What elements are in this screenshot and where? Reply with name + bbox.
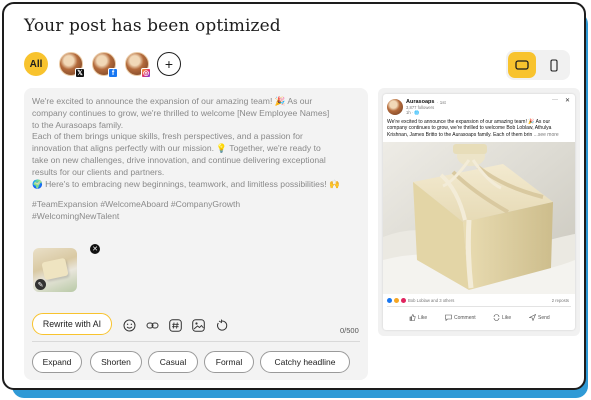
page-title: Your post has been optimized bbox=[24, 16, 281, 36]
repost-action-label: Like bbox=[502, 314, 512, 321]
post-preview-pane: Aurasoaps · 1st 3,877 followers 1h · 🌐 ·… bbox=[378, 88, 580, 336]
preview-text-body: We're excited to announce the expansion … bbox=[387, 119, 552, 138]
mobile-icon bbox=[550, 58, 558, 72]
repost-action-button[interactable]: Like bbox=[493, 314, 511, 321]
post-time: 1h · 🌐 bbox=[406, 110, 420, 115]
rewrite-with-ai-button[interactable]: Rewrite with AI bbox=[32, 313, 112, 335]
facebook-post-preview: Aurasoaps · 1st 3,877 followers 1h · 🌐 ·… bbox=[383, 94, 575, 330]
all-accounts-button[interactable]: All bbox=[24, 52, 48, 76]
view-toggle bbox=[506, 50, 570, 80]
attached-image-thumbnail[interactable]: ✎ bbox=[33, 248, 77, 292]
shorten-button[interactable]: Shorten bbox=[90, 351, 142, 373]
formal-button[interactable]: Formal bbox=[204, 351, 254, 373]
send-action-button[interactable]: Send bbox=[529, 314, 550, 321]
repost-icon bbox=[493, 314, 500, 321]
preview-post-text: We're excited to announce the expansion … bbox=[387, 119, 567, 138]
link-icon[interactable] bbox=[145, 318, 159, 332]
edit-image-icon[interactable]: ✎ bbox=[35, 279, 46, 290]
like-action-label: Like bbox=[418, 314, 428, 321]
add-account-button[interactable]: + bbox=[157, 52, 181, 76]
remove-image-icon[interactable]: ✕ bbox=[90, 244, 100, 254]
mobile-view-button[interactable] bbox=[540, 52, 568, 78]
account-avatar-x[interactable]: 𝕏 bbox=[59, 52, 85, 78]
expand-button[interactable]: Expand bbox=[32, 351, 82, 373]
emoji-icon[interactable] bbox=[122, 318, 136, 332]
editor-divider bbox=[32, 341, 360, 342]
optimized-post-card: Your post has been optimized All 𝕏 f ◎ +… bbox=[2, 2, 586, 390]
close-icon[interactable]: ✕ bbox=[565, 97, 570, 104]
celebrate-reaction-icon bbox=[394, 298, 399, 303]
love-reaction-icon bbox=[401, 298, 406, 303]
account-avatar-facebook[interactable]: f bbox=[92, 52, 118, 78]
account-avatar-instagram[interactable]: ◎ bbox=[125, 52, 151, 78]
repost-count[interactable]: 2 reposts bbox=[552, 298, 569, 303]
x-icon: 𝕏 bbox=[75, 68, 85, 78]
see-more-link[interactable]: ...see more bbox=[534, 132, 559, 138]
reaction-summary[interactable]: Bob Loblaw and 3 others bbox=[387, 298, 454, 303]
desktop-view-button[interactable] bbox=[508, 52, 536, 78]
reaction-text: Bob Loblaw and 3 others bbox=[408, 298, 455, 303]
send-icon bbox=[529, 314, 536, 321]
connection-degree: · 1st bbox=[437, 99, 446, 105]
character-counter: 0/500 bbox=[340, 326, 359, 335]
catchy-headline-button[interactable]: Catchy headline bbox=[260, 351, 350, 373]
comment-icon bbox=[445, 314, 452, 321]
comment-action-label: Comment bbox=[454, 314, 476, 321]
comment-action-button[interactable]: Comment bbox=[445, 314, 476, 321]
post-editor: We're excited to announce the expansion … bbox=[24, 88, 368, 380]
page-avatar bbox=[387, 99, 403, 115]
thumbs-up-icon bbox=[409, 314, 416, 321]
casual-button[interactable]: Casual bbox=[148, 351, 198, 373]
hashtag-icon[interactable] bbox=[168, 318, 182, 332]
post-text-area[interactable]: We're excited to announce the expansion … bbox=[32, 96, 362, 190]
send-action-label: Send bbox=[538, 314, 550, 321]
image-icon[interactable] bbox=[191, 318, 205, 332]
like-reaction-icon bbox=[387, 298, 392, 303]
post-hashtags[interactable]: #TeamExpansion #WelcomeAboard #CompanyGr… bbox=[32, 199, 362, 223]
preview-divider bbox=[387, 306, 571, 307]
undo-icon[interactable] bbox=[214, 318, 228, 332]
desktop-icon bbox=[515, 60, 529, 70]
more-options-icon[interactable]: ··· bbox=[552, 97, 558, 103]
instagram-icon: ◎ bbox=[141, 68, 151, 78]
preview-soap-image bbox=[383, 142, 575, 294]
soap-image bbox=[41, 257, 69, 281]
like-action-button[interactable]: Like bbox=[409, 314, 427, 321]
facebook-icon: f bbox=[108, 68, 118, 78]
